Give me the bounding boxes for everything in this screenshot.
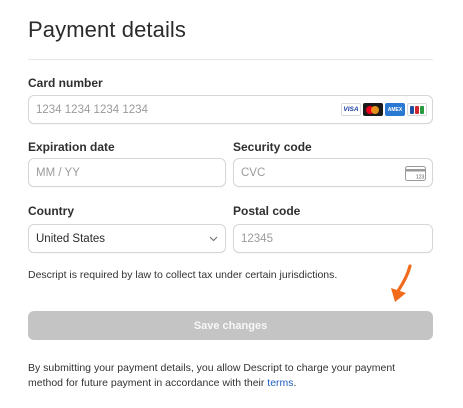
- jcb-icon: [407, 103, 427, 116]
- payment-consent-text: By submitting your payment details, you …: [28, 361, 433, 391]
- page-title: Payment details: [28, 17, 187, 42]
- visa-icon: VISA: [341, 103, 361, 116]
- expiration-date-input[interactable]: [29, 159, 225, 186]
- terms-link[interactable]: terms: [267, 377, 293, 389]
- svg-text:123: 123: [416, 175, 425, 181]
- postal-code-input[interactable]: [234, 225, 432, 252]
- save-changes-button[interactable]: Save changes: [28, 311, 433, 340]
- security-code-input[interactable]: [234, 159, 432, 186]
- security-code-label: Security code: [233, 140, 312, 154]
- card-number-field[interactable]: VISA AMEX: [28, 95, 433, 124]
- expiration-date-label: Expiration date: [28, 140, 115, 154]
- card-brand-icons: VISA AMEX: [341, 103, 427, 116]
- amex-icon: AMEX: [385, 103, 405, 116]
- postal-code-label: Postal code: [233, 204, 301, 218]
- country-select[interactable]: United States: [28, 224, 226, 253]
- title-divider: [28, 59, 433, 60]
- annotation-arrow-icon: [391, 264, 412, 302]
- cvc-card-icon: 123: [405, 166, 426, 181]
- security-code-field[interactable]: 123: [233, 158, 433, 187]
- mastercard-icon: [363, 103, 383, 116]
- consent-period: .: [293, 377, 297, 389]
- postal-code-field[interactable]: [233, 224, 433, 253]
- country-selected-value: United States: [36, 232, 106, 245]
- chevron-down-icon: [209, 236, 218, 242]
- consent-text: By submitting your payment details, you …: [28, 362, 396, 389]
- expiration-date-field[interactable]: [28, 158, 226, 187]
- country-label: Country: [28, 204, 74, 218]
- tax-notice: Descript is required by law to collect t…: [28, 269, 338, 281]
- payment-details-panel: Payment details Card number VISA AMEX Ex…: [28, 0, 433, 408]
- card-number-label: Card number: [28, 76, 103, 90]
